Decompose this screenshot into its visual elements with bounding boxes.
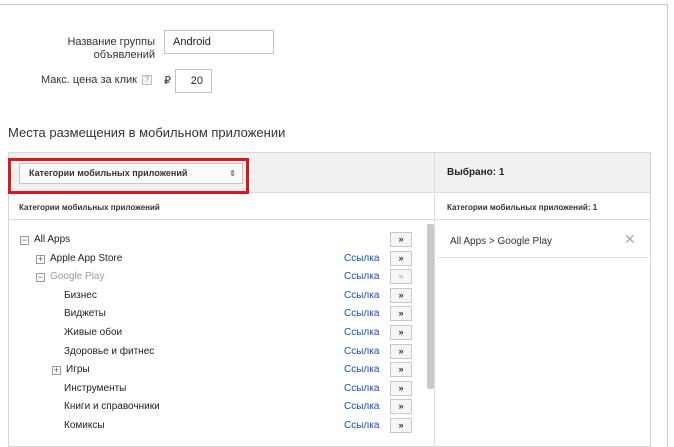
right-column-header: Категории мобильных приложений: 1 <box>435 194 650 220</box>
tree-row-link[interactable]: Ссылка <box>344 364 379 375</box>
tree-row[interactable]: − Google Play Ссылка » <box>9 269 419 287</box>
selected-item-label: All Apps > Google Play <box>450 236 553 247</box>
expand-icon[interactable]: + <box>36 254 45 264</box>
group-name-label-line1: Название группы <box>67 36 155 48</box>
tree-row-link[interactable]: Ссылка <box>344 420 379 431</box>
add-to-selection-button[interactable]: » <box>390 306 412 322</box>
tree-row-label: Живые обои <box>64 327 123 338</box>
add-to-selection-button[interactable]: » <box>390 269 412 285</box>
dropdown-highlight-frame <box>8 158 249 194</box>
add-to-selection-button[interactable]: » <box>390 250 412 266</box>
tree-row-label: Инструменты <box>64 382 127 394</box>
add-to-selection-button[interactable]: » <box>390 418 412 433</box>
tree-row-link[interactable]: Ссылка <box>344 290 379 301</box>
add-to-selection-button[interactable]: » <box>390 287 412 303</box>
tree-row-label: Бизнес <box>64 289 97 301</box>
tree-row[interactable]: + Игры Ссылка » <box>9 362 419 380</box>
tree-row-label: Apple App Store <box>50 252 123 264</box>
add-to-selection-button[interactable]: » <box>390 399 412 415</box>
right-column-header-text: Категории мобильных приложений: 1 <box>447 203 598 212</box>
add-to-selection-button[interactable]: » <box>390 325 412 340</box>
add-to-selection-button[interactable]: » <box>390 343 412 359</box>
panel-divider-top <box>434 153 435 193</box>
tree-row[interactable]: Комиксы Ссылка » <box>9 418 419 436</box>
group-name-label: Название группы объявлений <box>40 36 155 62</box>
tree-row-link[interactable]: Ссылка <box>344 271 379 282</box>
tree-row-link[interactable]: Ссылка <box>344 308 379 319</box>
collapse-icon[interactable]: − <box>36 273 45 283</box>
tree-row[interactable]: Книги и справочники Ссылка » <box>9 399 419 417</box>
currency-symbol: ₽ <box>164 75 171 87</box>
tree-row[interactable]: Живые обои Ссылка » <box>9 325 419 343</box>
selected-count: Выбрано: 1 <box>447 167 505 178</box>
collapse-icon[interactable]: − <box>20 236 29 245</box>
tree-row[interactable]: Бизнес Ссылка » <box>9 287 419 306</box>
page: Название группы объявлений Макс. цена за… <box>0 0 674 447</box>
help-icon[interactable]: ? <box>142 75 152 85</box>
tree-row-label: Здоровье и фитнес <box>64 345 155 357</box>
group-name-input[interactable] <box>164 30 274 54</box>
tree-row-label: Игры <box>66 364 90 376</box>
left-column-header-text: Категории мобильных приложений <box>19 203 160 212</box>
group-name-label-line2: объявлений <box>93 49 155 61</box>
tree-row-label: Google Play <box>50 271 105 283</box>
tree-row-link[interactable]: Ссылка <box>344 346 379 357</box>
add-to-selection-button[interactable]: » <box>390 232 412 247</box>
tree-row-link[interactable]: Ссылка <box>344 383 379 394</box>
tree-row[interactable]: Инструменты Ссылка » <box>9 380 419 399</box>
selected-item-divider <box>437 257 649 258</box>
tree-scrollbar[interactable] <box>427 224 434 389</box>
remove-icon[interactable]: ✕ <box>624 231 636 248</box>
left-column-header: Категории мобильных приложений <box>9 194 434 220</box>
tree-row-label: All Apps <box>34 234 71 245</box>
max-cpc-label: Макс. цена за клик <box>40 74 137 86</box>
tree-row[interactable]: − All Apps » <box>9 232 419 250</box>
max-cpc-input[interactable] <box>175 69 212 93</box>
tree-row[interactable]: Виджеты Ссылка » <box>9 306 419 324</box>
tree-row-label: Виджеты <box>64 308 106 320</box>
tree-row-link[interactable]: Ссылка <box>344 401 379 412</box>
tree-row-label: Комиксы <box>64 420 105 431</box>
expand-icon[interactable]: + <box>52 366 61 376</box>
panel-divider <box>434 194 435 447</box>
tree-row-label: Книги и справочники <box>64 401 160 413</box>
frame-border-right <box>667 4 668 447</box>
tree-row[interactable]: + Apple App Store Ссылка » <box>9 250 419 269</box>
tree-row[interactable]: Здоровье и фитнес Ссылка » <box>9 343 419 362</box>
add-to-selection-button[interactable]: » <box>390 380 412 396</box>
add-to-selection-button[interactable]: » <box>390 362 412 378</box>
frame-border-top <box>0 4 668 5</box>
tree-row-link[interactable]: Ссылка <box>344 253 379 264</box>
tree-row-link[interactable]: Ссылка <box>344 327 379 338</box>
section-title: Места размещения в мобильном приложении <box>8 125 286 140</box>
